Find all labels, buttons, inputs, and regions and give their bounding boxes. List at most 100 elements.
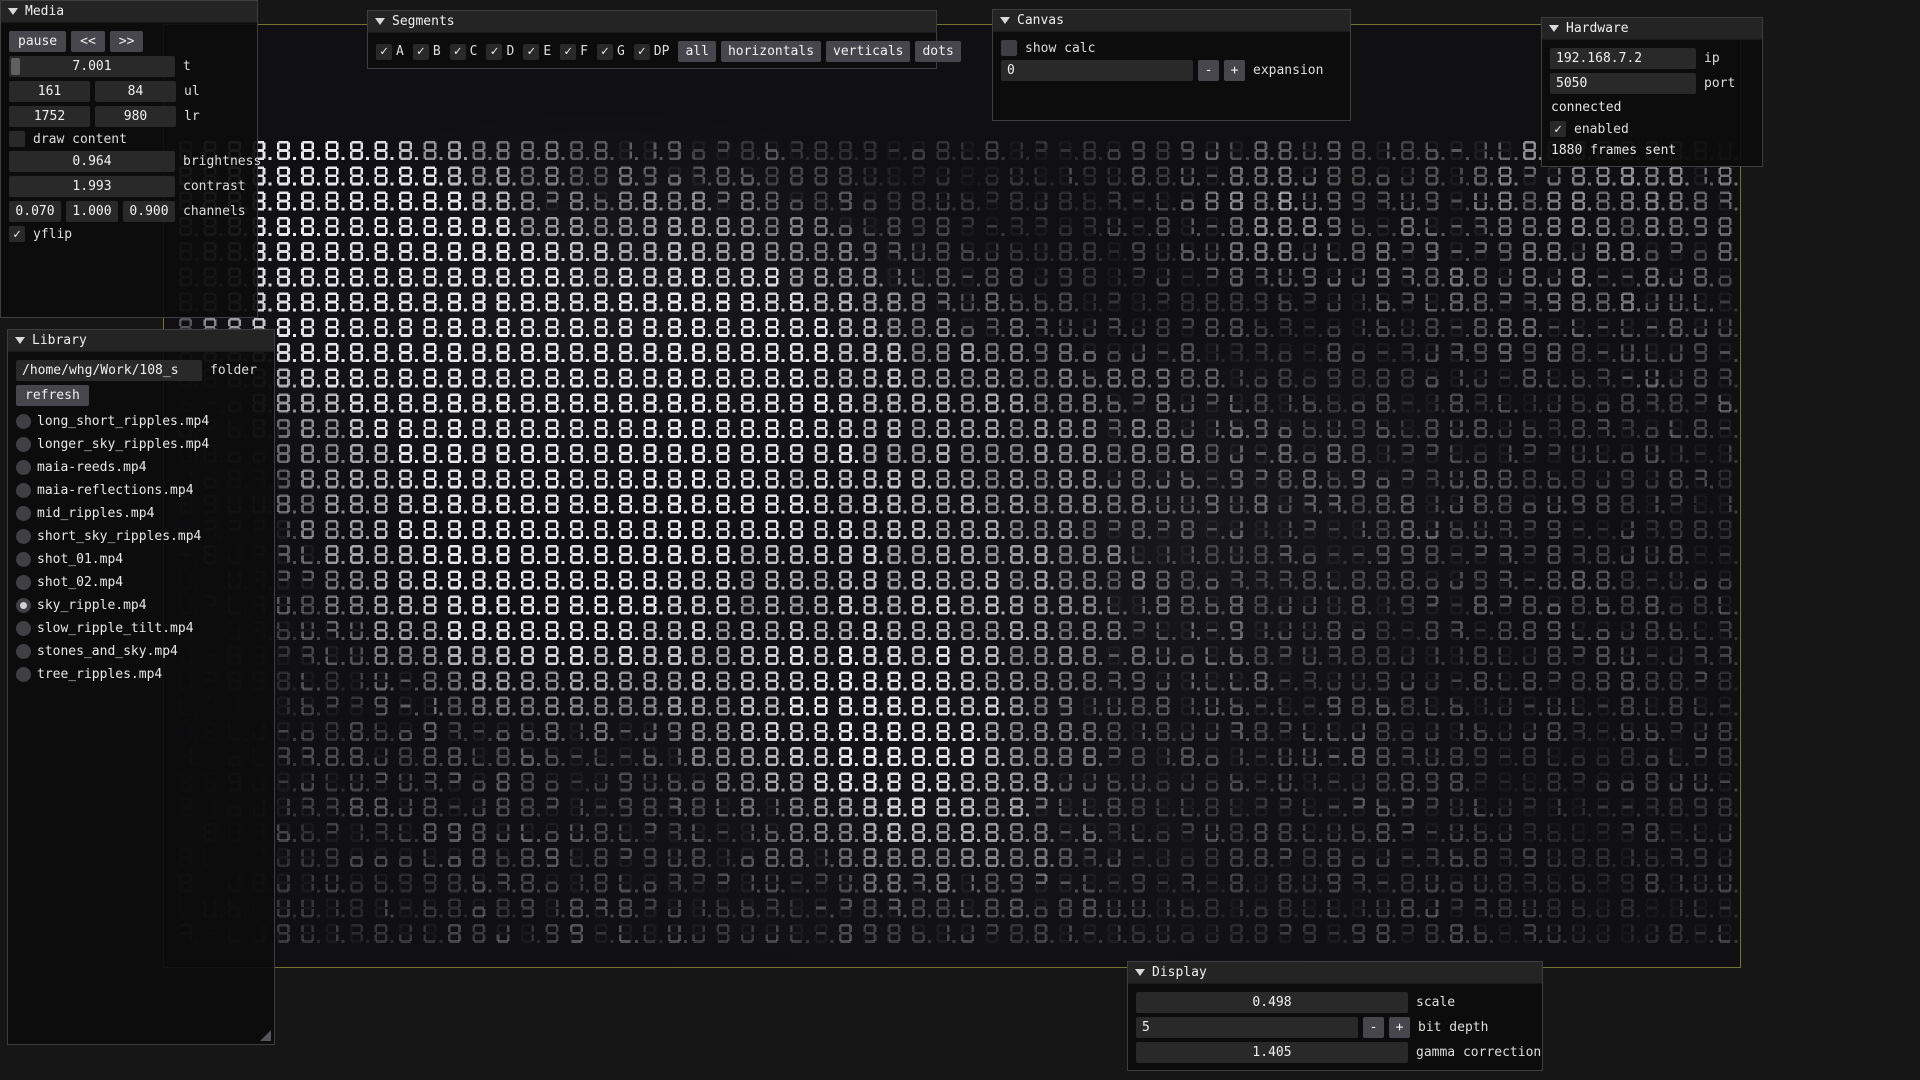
- horizontals-button[interactable]: horizontals: [721, 41, 821, 62]
- radio-icon[interactable]: [16, 483, 31, 498]
- channel-r-drag[interactable]: 0.070: [9, 201, 61, 222]
- library-item[interactable]: shot_02.mp4: [16, 573, 266, 592]
- radio-icon[interactable]: [16, 621, 31, 636]
- segment-A-label: A: [396, 44, 404, 59]
- media-titlebar[interactable]: Media: [1, 1, 257, 23]
- library-list: long_short_ripples.mp4 longer_sky_ripples…: [16, 412, 266, 684]
- radio-icon[interactable]: [16, 598, 31, 613]
- collapse-arrow-icon[interactable]: [15, 337, 25, 344]
- enabled-checkbox[interactable]: [1550, 121, 1566, 137]
- channel-g-drag[interactable]: 1.000: [66, 201, 118, 222]
- library-item[interactable]: longer_sky_ripples.mp4: [16, 435, 266, 454]
- verticals-button[interactable]: verticals: [826, 41, 910, 62]
- gamma-drag[interactable]: 1.405: [1136, 1042, 1408, 1063]
- resize-grip[interactable]: [260, 1030, 271, 1041]
- radio-icon[interactable]: [16, 667, 31, 682]
- scale-drag[interactable]: 0.498: [1136, 992, 1408, 1013]
- display-titlebar[interactable]: Display: [1128, 962, 1542, 984]
- library-item[interactable]: maia-reflections.mp4: [16, 481, 266, 500]
- radio-icon[interactable]: [16, 460, 31, 475]
- canvas-titlebar[interactable]: Canvas: [993, 10, 1350, 32]
- library-item[interactable]: long_short_ripples.mp4: [16, 412, 266, 431]
- display-window: Display 0.498 scale 5 - + bit depth 1.40…: [1127, 961, 1543, 1071]
- segment-F-label: F: [580, 44, 588, 59]
- segments-titlebar[interactable]: Segments: [368, 11, 936, 33]
- contrast-label: contrast: [183, 179, 246, 194]
- collapse-arrow-icon[interactable]: [1135, 969, 1145, 976]
- library-titlebar[interactable]: Library: [8, 330, 274, 352]
- library-item[interactable]: maia-reeds.mp4: [16, 458, 266, 477]
- all-button[interactable]: all: [678, 41, 715, 62]
- segment-C-checkbox[interactable]: [450, 44, 466, 60]
- draw-content-checkbox[interactable]: [9, 131, 25, 147]
- radio-icon[interactable]: [16, 644, 31, 659]
- segments-window: Segments ABCDEFGDPallhorizontalsvertical…: [367, 10, 937, 69]
- t-value: 7.001: [9, 59, 175, 74]
- library-item[interactable]: shot_01.mp4: [16, 550, 266, 569]
- led-digit-field: [175, 138, 1739, 946]
- media-title: Media: [25, 4, 64, 19]
- step-back-button[interactable]: <<: [71, 31, 105, 52]
- radio-icon[interactable]: [16, 506, 31, 521]
- library-item[interactable]: short_sky_ripples.mp4: [16, 527, 266, 546]
- t-slider[interactable]: 7.001: [9, 56, 175, 77]
- segment-DP-checkbox[interactable]: [634, 44, 650, 60]
- brightness-drag[interactable]: 0.964: [9, 151, 175, 172]
- t-slider-grab[interactable]: [11, 58, 20, 75]
- segment-toggle-C: C: [450, 44, 478, 60]
- pause-button[interactable]: pause: [9, 31, 66, 52]
- yflip-label: yflip: [33, 227, 72, 242]
- collapse-arrow-icon[interactable]: [375, 18, 385, 25]
- segment-F-checkbox[interactable]: [560, 44, 576, 60]
- radio-icon[interactable]: [16, 552, 31, 567]
- bit-depth-input[interactable]: 5: [1136, 1017, 1358, 1038]
- collapse-arrow-icon[interactable]: [8, 8, 18, 15]
- ul-y-value: 84: [95, 84, 176, 99]
- expansion-increment-button[interactable]: +: [1224, 60, 1245, 81]
- library-item[interactable]: stones_and_sky.mp4: [16, 642, 266, 661]
- ul-y-drag[interactable]: 84: [95, 81, 176, 102]
- radio-icon[interactable]: [16, 575, 31, 590]
- collapse-arrow-icon[interactable]: [1000, 17, 1010, 24]
- segment-A-checkbox[interactable]: [376, 44, 392, 60]
- segment-D-checkbox[interactable]: [486, 44, 502, 60]
- display-title: Display: [1152, 965, 1207, 980]
- frames-sent-text: 1880 frames sent: [1550, 141, 1754, 160]
- bit-depth-decrement-button[interactable]: -: [1363, 1017, 1384, 1038]
- channels-label: channels: [183, 204, 246, 219]
- radio-icon[interactable]: [16, 437, 31, 452]
- port-input[interactable]: 5050: [1550, 73, 1696, 94]
- segment-B-checkbox[interactable]: [413, 44, 429, 60]
- channel-b-drag[interactable]: 0.900: [123, 201, 175, 222]
- lr-x-drag[interactable]: 1752: [9, 106, 90, 127]
- library-item[interactable]: mid_ripples.mp4: [16, 504, 266, 523]
- library-item-label: shot_01.mp4: [37, 552, 123, 567]
- library-item[interactable]: tree_ripples.mp4: [16, 665, 266, 684]
- radio-icon[interactable]: [16, 414, 31, 429]
- segment-G-checkbox[interactable]: [597, 44, 613, 60]
- step-forward-button[interactable]: >>: [110, 31, 144, 52]
- dots-button[interactable]: dots: [915, 41, 960, 62]
- library-item[interactable]: slow_ripple_tilt.mp4: [16, 619, 266, 638]
- segment-toggle-E: E: [523, 44, 551, 60]
- yflip-checkbox[interactable]: [9, 226, 25, 242]
- folder-label: folder: [210, 363, 257, 378]
- refresh-button[interactable]: refresh: [16, 385, 89, 406]
- collapse-arrow-icon[interactable]: [1549, 25, 1559, 32]
- hardware-titlebar[interactable]: Hardware: [1542, 18, 1762, 40]
- ul-x-drag[interactable]: 161: [9, 81, 90, 102]
- segments-row: ABCDEFGDPallhorizontalsverticalsdots: [376, 41, 928, 62]
- bit-depth-label: bit depth: [1418, 1020, 1488, 1035]
- library-item[interactable]: sky_ripple.mp4: [16, 596, 266, 615]
- contrast-drag[interactable]: 1.993: [9, 176, 175, 197]
- segment-E-checkbox[interactable]: [523, 44, 539, 60]
- ip-input[interactable]: 192.168.7.2: [1550, 48, 1696, 69]
- expansion-decrement-button[interactable]: -: [1198, 60, 1219, 81]
- segment-C-label: C: [470, 44, 478, 59]
- lr-y-drag[interactable]: 980: [95, 106, 176, 127]
- folder-input[interactable]: /home/whg/Work/108_s: [16, 360, 202, 381]
- bit-depth-increment-button[interactable]: +: [1389, 1017, 1410, 1038]
- radio-icon[interactable]: [16, 529, 31, 544]
- expansion-input[interactable]: 0: [1001, 60, 1193, 81]
- show-calc-checkbox[interactable]: [1001, 40, 1017, 56]
